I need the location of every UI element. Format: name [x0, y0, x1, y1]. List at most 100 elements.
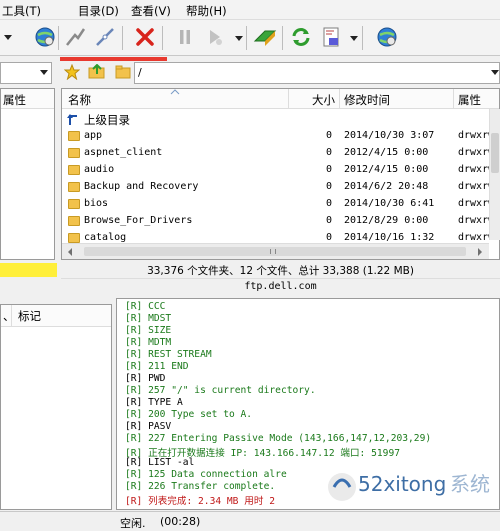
file-modified: 2014/10/16 1:32	[344, 232, 435, 243]
file-name: catalog	[84, 232, 127, 243]
log-line: [R] SIZE	[125, 325, 172, 336]
list-item[interactable]: aspnet_client 0 2012/4/15 0:00 drwxrw	[62, 145, 494, 162]
log-line: [R] MDTM	[125, 337, 172, 348]
transfer-icon[interactable]	[252, 24, 278, 50]
status-state: 空闲.	[120, 517, 146, 530]
column-header-partial[interactable]: 、	[3, 308, 15, 324]
log-line: [R] 列表完成: 2.34 MB 用时 2	[125, 496, 275, 507]
status-time: (00:28)	[160, 515, 201, 528]
transfer-dropdown-icon[interactable]	[235, 36, 243, 41]
file-modified: 2012/4/15 0:00	[344, 147, 429, 158]
log-line: [R] 257 "/" is current directory.	[125, 385, 316, 396]
column-header-attr[interactable]: 属性	[458, 92, 481, 108]
properties-dropdown-icon[interactable]	[350, 36, 358, 41]
column-header-attr[interactable]: 属性	[3, 92, 26, 108]
file-size: 0	[326, 215, 333, 226]
folder-icon	[68, 131, 80, 141]
log-line: [R] 200 Type set to A.	[125, 409, 253, 420]
site-manager-icon[interactable]	[374, 24, 400, 50]
column-header-size[interactable]: 大小	[312, 92, 335, 108]
queue-header: 、 标记	[1, 305, 111, 327]
log-line: [R] 227 Entering Passive Mode (143,166,1…	[125, 433, 432, 444]
local-pane-header: 属性	[1, 89, 54, 109]
log-line: [R] CCC	[125, 301, 166, 312]
menu-view[interactable]: 查看(V)	[131, 3, 171, 19]
up-arrow-icon	[67, 114, 77, 125]
queue-pane[interactable]: 、 标记	[0, 304, 112, 510]
refresh-icon[interactable]	[288, 24, 314, 50]
file-size: 0	[326, 164, 333, 175]
log-line: [R] 226 Transfer complete.	[125, 481, 276, 492]
parent-folder-icon[interactable]	[88, 63, 106, 83]
host-text: ftp.dell.com	[244, 281, 317, 292]
folder-icon	[68, 199, 80, 209]
folder-icon	[68, 182, 80, 192]
local-pane[interactable]: 属性	[0, 88, 55, 260]
log-line: [R] REST STREAM	[125, 349, 212, 360]
play-icon[interactable]	[202, 24, 228, 50]
log-line: [R] TYPE A	[125, 397, 183, 408]
menu-help[interactable]: 帮助(H)	[186, 3, 227, 19]
list-item[interactable]: app 0 2014/10/30 3:07 drwxrw	[62, 128, 494, 145]
file-modified: 2014/10/30 6:41	[344, 198, 435, 209]
file-modified: 2014/6/2 20:48	[344, 181, 429, 192]
scrollbar-thumb[interactable]	[84, 247, 466, 256]
summary-bar: 33,376 个文件夹、12 个文件、总计 33,388 (1.22 MB)	[61, 263, 500, 279]
column-header-modified[interactable]: 修改时间	[344, 92, 390, 108]
file-name: app	[84, 130, 103, 141]
vertical-scrollbar[interactable]	[489, 109, 500, 240]
column-header-name[interactable]: 名称	[68, 92, 91, 108]
status-bar: 空闲. (00:28)	[0, 511, 500, 531]
pause-icon[interactable]	[172, 24, 198, 50]
file-size: 0	[326, 198, 333, 209]
favorites-star-icon[interactable]	[63, 63, 81, 83]
summary-text: 33,376 个文件夹、12 个文件、总计 33,388 (1.22 MB)	[147, 265, 414, 277]
remote-path-combo[interactable]: /	[134, 62, 500, 84]
partial-dropdown-icon[interactable]	[0, 24, 18, 50]
horizontal-scrollbar[interactable]	[62, 243, 489, 259]
scroll-right-icon[interactable]	[476, 248, 484, 256]
list-item-up[interactable]: 上级目录	[62, 111, 490, 128]
log-pane[interactable]: [R] CCC [R] MDST [R] SIZE [R] MDTM [R] REST …	[116, 298, 500, 510]
file-name: bios	[84, 198, 109, 209]
list-item[interactable]: Browse_For_Drivers 0 2012/8/29 0:00 drwxrw	[62, 213, 494, 230]
file-modified: 2012/4/15 0:00	[344, 164, 429, 175]
menu-bar: 工具(T) 目录(D) 查看(V) 帮助(H)	[0, 0, 500, 20]
log-line: [R] 211 END	[125, 361, 189, 372]
up-label: 上级目录	[84, 113, 130, 127]
file-list-header: 名称 大小 修改时间 属性	[62, 89, 499, 109]
list-item[interactable]: Backup and Recovery 0 2014/6/2 20:48 drwxrw	[62, 179, 494, 196]
host-bar: ftp.dell.com	[61, 281, 500, 297]
globe-icon[interactable]	[32, 24, 58, 50]
remote-path-value: /	[138, 66, 142, 79]
grip-icon	[270, 249, 276, 254]
list-item[interactable]: bios 0 2014/10/30 6:41 drwxrw	[62, 196, 494, 213]
remote-file-list[interactable]: 名称 大小 修改时间 属性 上级目录 app 0 2014/10/30 3:07 dr…	[61, 88, 500, 260]
toolbar	[0, 20, 500, 61]
column-header-tag[interactable]: 标记	[18, 308, 41, 324]
file-modified: 2014/10/30 3:07	[344, 130, 435, 141]
scrollbar-thumb[interactable]	[491, 133, 499, 173]
folder-icon	[68, 165, 80, 175]
local-status-highlight	[0, 263, 57, 277]
local-path-combo[interactable]	[0, 62, 52, 84]
menu-directory[interactable]: 目录(D)	[78, 3, 119, 19]
file-size: 0	[326, 181, 333, 192]
menu-tools[interactable]: 工具(T)	[2, 3, 41, 19]
file-name: Backup and Recovery	[84, 181, 199, 192]
list-item[interactable]: audio 0 2012/4/15 0:00 drwxrw	[62, 162, 494, 179]
file-size: 0	[326, 130, 333, 141]
disconnect-icon[interactable]	[92, 24, 118, 50]
folder-icon	[68, 233, 80, 243]
file-size: 0	[326, 232, 333, 243]
log-line: [R] 125 Data connection alre	[125, 469, 287, 480]
scroll-left-icon[interactable]	[66, 248, 74, 256]
log-line: [R] PWD	[125, 373, 166, 384]
log-line: [R] MDST	[125, 313, 172, 324]
stop-icon[interactable]	[132, 24, 158, 50]
connect-icon[interactable]	[62, 24, 88, 50]
folder-icon	[115, 65, 131, 82]
properties-icon[interactable]	[318, 24, 344, 50]
file-name: audio	[84, 164, 115, 175]
folder-icon	[68, 148, 80, 158]
